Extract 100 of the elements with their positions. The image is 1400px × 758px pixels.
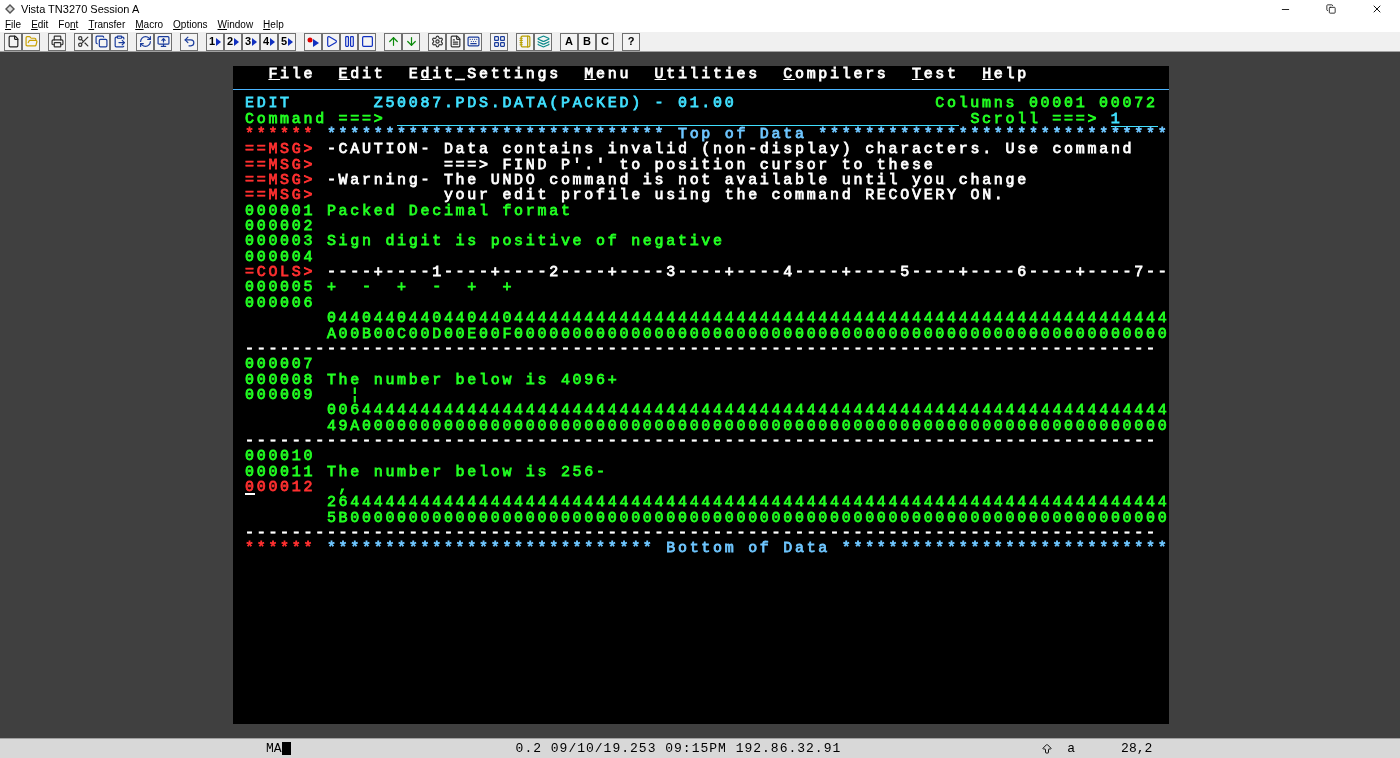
record-button[interactable] xyxy=(304,32,322,51)
terminal-menu-item[interactable]: E dit xyxy=(338,67,386,83)
line-text: ===> FIND P'.' to position cursor to these xyxy=(442,157,936,174)
terminal-menu-item[interactable]: Test xyxy=(911,67,959,83)
terminal-menu-item[interactable]: F ile xyxy=(268,67,316,83)
key-button[interactable]: A xyxy=(560,32,578,51)
paste-button[interactable] xyxy=(110,32,128,51)
restore-icon xyxy=(1326,4,1336,14)
open-button[interactable] xyxy=(22,32,40,51)
print-button[interactable] xyxy=(48,32,66,51)
stop-button[interactable] xyxy=(358,32,376,51)
line-label: 000009 xyxy=(245,387,316,404)
line-text: -CAUTION- Data contains invalid (non-display) characters. Use command xyxy=(326,142,1135,158)
down-button[interactable] xyxy=(402,32,420,51)
new-button[interactable] xyxy=(4,32,22,51)
transfer-button[interactable] xyxy=(154,32,172,51)
line-text: **************************** Bottom of Data **************************** xyxy=(326,541,1170,557)
menu-item[interactable]: Macro xyxy=(135,20,164,30)
paste-icon xyxy=(112,35,126,48)
menu-item[interactable]: Transfer xyxy=(88,20,126,30)
line-text: ------------------------------------------------------------------------------ xyxy=(245,433,1158,450)
line-text: 49A000000000000000000000000000000000000000000000000000000000000000000000 xyxy=(326,418,1170,434)
up-button[interactable] xyxy=(384,32,402,51)
line-label: =COLS> xyxy=(245,265,316,281)
window-title: Vista TN3270 Session A xyxy=(21,1,140,17)
menu-item[interactable]: Options xyxy=(173,20,208,30)
arrow-down-icon xyxy=(404,35,418,48)
line-text: The number below is 4096+ xyxy=(326,372,620,388)
line-label: 000004 xyxy=(245,249,316,266)
cut-button[interactable] xyxy=(74,32,92,51)
menu-item[interactable]: Help xyxy=(263,20,284,30)
scroll-field[interactable]: 1 xyxy=(1110,111,1158,127)
undo-button[interactable] xyxy=(180,32,198,51)
copy-button[interactable] xyxy=(92,32,110,51)
line-label: ==MSG> xyxy=(245,157,316,174)
play-icon xyxy=(270,37,276,46)
menu-item[interactable]: File xyxy=(5,20,22,30)
play-button[interactable] xyxy=(322,32,340,51)
settings-icon xyxy=(430,35,444,48)
line-text: 5B0000000000000000000000000000000000000000000000000000000000000000000000 xyxy=(326,510,1170,526)
macro-button[interactable]: 1 xyxy=(206,32,224,51)
document-icon xyxy=(448,35,462,48)
notebook-button[interactable] xyxy=(516,32,534,51)
macro-button[interactable]: 3 xyxy=(242,32,260,51)
terminal-menu-item[interactable]: U tilities xyxy=(654,67,760,83)
columns-label: Columns 00001 00072 xyxy=(935,96,1158,112)
line-label: ==MSG> xyxy=(245,173,316,189)
macro-button[interactable]: 4 xyxy=(260,32,278,51)
line-text: ------------------------------------------------------------------------------ xyxy=(245,525,1158,542)
new-file-icon xyxy=(6,35,20,48)
line-label: 000005 xyxy=(245,280,316,296)
key-button[interactable]: B xyxy=(578,32,596,51)
document-button[interactable] xyxy=(446,32,464,51)
line-label: ==MSG> xyxy=(245,188,316,204)
play-icon xyxy=(288,37,294,46)
line-text: 264444444444444444444444444444444444444444444444444444444444444444444444 xyxy=(326,495,1170,511)
refresh-button[interactable] xyxy=(136,32,154,51)
keymap-button[interactable] xyxy=(464,32,482,51)
grid-icon xyxy=(492,35,506,48)
undo-icon xyxy=(182,35,196,48)
terminal-menu-item[interactable]: Help xyxy=(982,67,1029,83)
keyboard-icon xyxy=(466,35,480,48)
play-icon xyxy=(216,37,222,46)
block-cursor xyxy=(281,742,291,755)
macro-button[interactable]: 2 xyxy=(224,32,242,51)
line-text: Sign digit is positive of negative xyxy=(326,234,725,250)
line-label: 000001 xyxy=(245,203,316,220)
line-label: 000008 xyxy=(245,372,316,388)
monitor-icon xyxy=(156,35,170,48)
macro-button[interactable]: 5 xyxy=(278,32,296,51)
scroll-label: Scroll ===> xyxy=(970,111,1100,128)
command-label: Command ===> xyxy=(245,111,386,128)
line-text: your edit profile using the command RECOVERY ON. xyxy=(443,188,1006,204)
terminal-menu-item[interactable]: E d it_Settings xyxy=(408,67,561,83)
refresh-icon xyxy=(138,35,152,48)
properties-button[interactable] xyxy=(428,32,446,51)
cursor-position: 28,2 xyxy=(1121,739,1153,758)
line-text: Packed Decimal format xyxy=(326,203,573,220)
line-text: , xyxy=(337,479,351,496)
play-icon xyxy=(234,37,240,46)
printer-icon xyxy=(50,35,64,48)
stack-button[interactable] xyxy=(534,32,552,51)
case-indicator: a xyxy=(1067,739,1076,758)
line-label: 000003 xyxy=(245,234,316,250)
terminal-menu-item[interactable]: C ompilers xyxy=(783,67,889,83)
line-text: A00B00C00D00E00F00000000000000000000000000000000000000000000000000000000 xyxy=(326,326,1170,342)
pause-button[interactable] xyxy=(340,32,358,51)
scissors-icon xyxy=(76,35,90,48)
line-label: 000012 xyxy=(245,479,316,496)
line-label: 000011 xyxy=(245,464,316,480)
menu-item[interactable]: Font xyxy=(58,20,79,30)
line-label: 000007 xyxy=(245,357,316,373)
terminal-menu-item[interactable]: M enu xyxy=(584,67,632,83)
grid-button[interactable] xyxy=(490,32,508,51)
menu-item[interactable]: Window xyxy=(217,20,254,30)
key-button[interactable]: ? xyxy=(622,32,640,51)
shift-icon xyxy=(1041,742,1054,755)
key-button[interactable]: C xyxy=(596,32,614,51)
menu-item[interactable]: Edit xyxy=(31,20,49,30)
play-icon xyxy=(324,35,338,48)
